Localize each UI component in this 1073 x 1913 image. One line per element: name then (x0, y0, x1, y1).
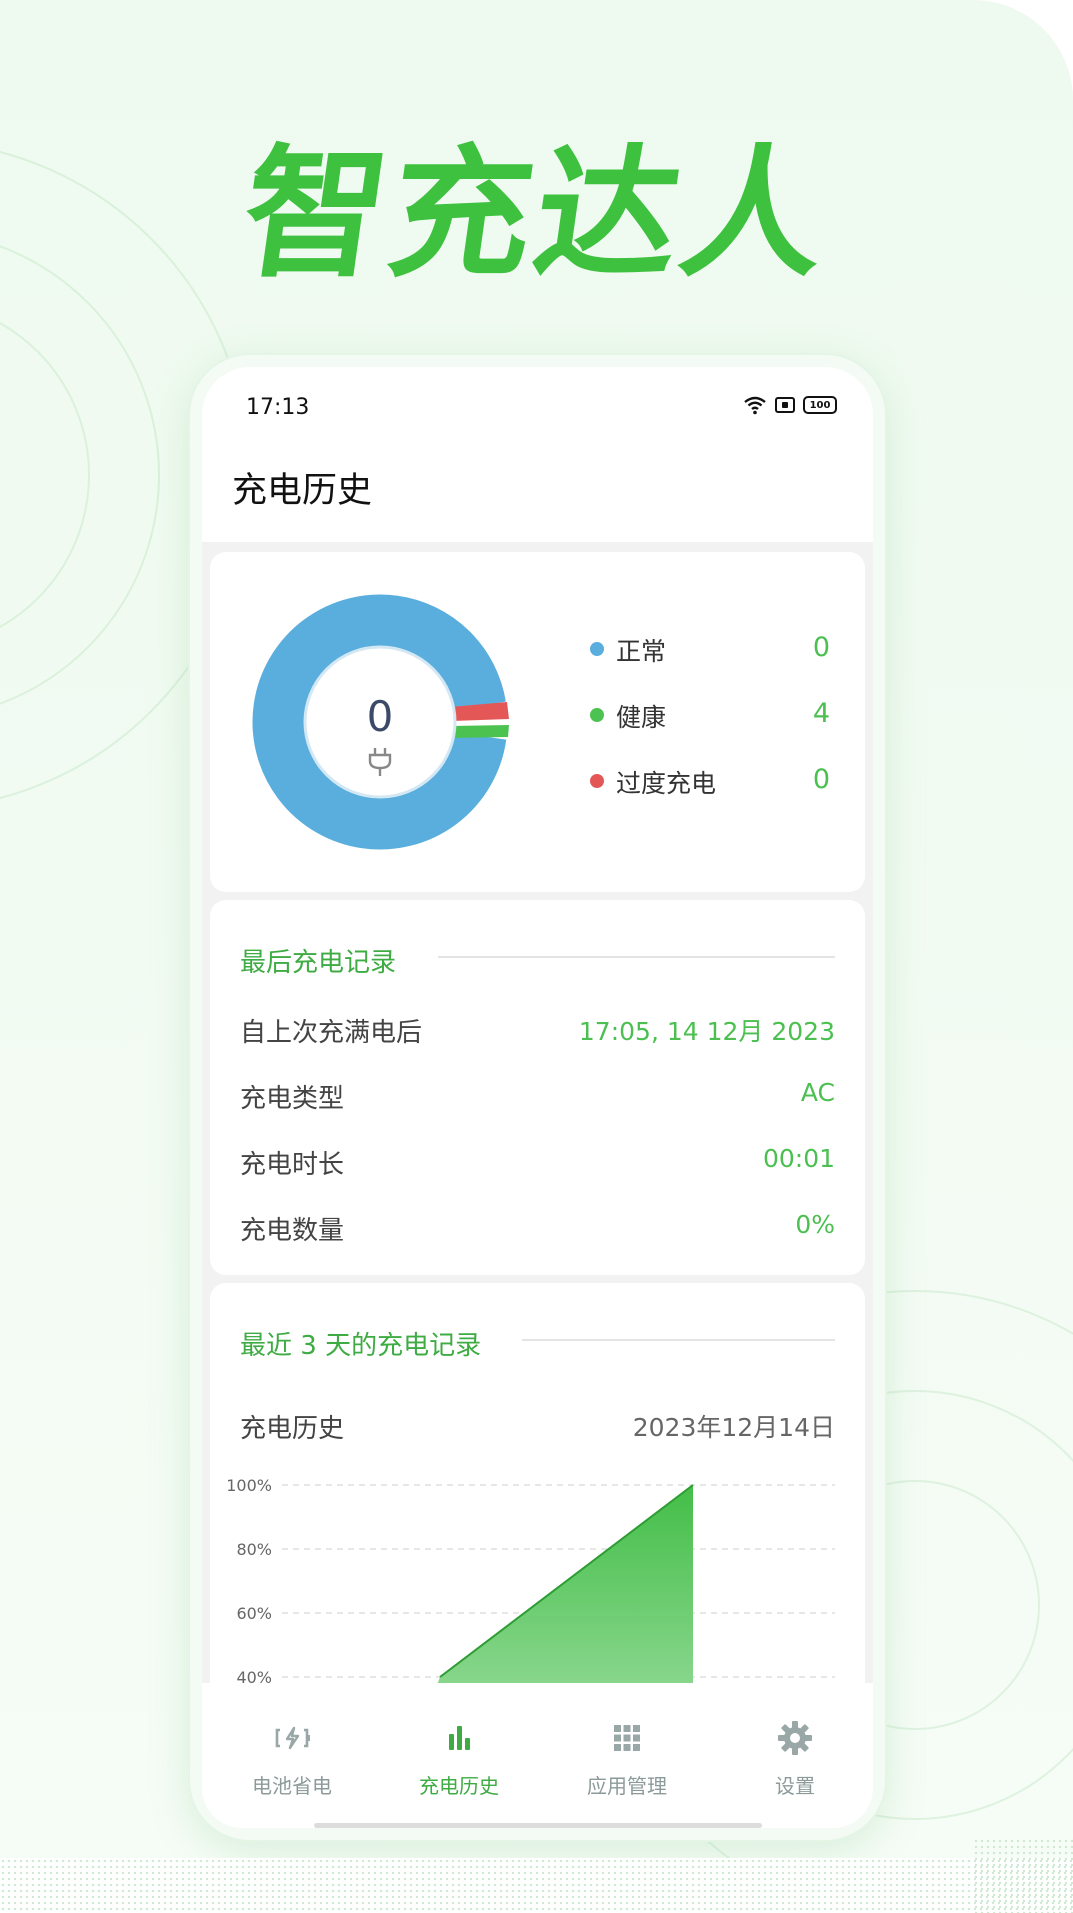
info-row: 自上次充满电后 17:05, 14 12月 2023 (240, 1012, 835, 1052)
legend-label: 正常 (616, 637, 667, 666)
history-date: 2023年12月14日 (632, 1413, 835, 1442)
nav-item-battery-saver[interactable]: 电池省电 (222, 1718, 362, 1799)
section-title: 最近 3 天的充电记录 (240, 1331, 482, 1361)
nav-label: 充电历史 (419, 1774, 499, 1798)
bar-chart-icon (449, 1726, 470, 1750)
wifi-icon (744, 396, 766, 415)
info-label: 充电时长 (240, 1150, 345, 1180)
nav-label: 电池省电 (252, 1774, 332, 1798)
section-divider (522, 1339, 835, 1341)
legend-item: 正常 0 (590, 632, 830, 698)
phone-frame: 17:13 100 充电历史 0 正常 0 健康 4 过度充电 0 最后充电记录… (190, 355, 885, 1840)
legend-label: 过度充电 (616, 769, 717, 798)
info-row: 充电时长 00:01 (240, 1144, 835, 1184)
battery-charging-icon (275, 1726, 310, 1750)
battery-icon: 100 (803, 396, 837, 414)
info-value: 17:05, 14 12月 2023 (578, 1017, 835, 1046)
phone-screen: 17:13 100 充电历史 0 正常 0 健康 4 过度充电 0 最后充电记录… (202, 367, 873, 1828)
charge-donut-chart: 0 (245, 587, 515, 857)
donut-center-value: 0 (366, 692, 394, 741)
legend-value: 0 (812, 632, 830, 663)
info-label: 自上次充满电后 (240, 1018, 423, 1048)
chart-tick-label: 80% (236, 1540, 272, 1559)
dotted-corner (973, 1838, 1073, 1913)
nav-item-charge-history[interactable]: 充电历史 (389, 1718, 529, 1799)
section-divider (438, 956, 835, 958)
history-label: 充电历史 (240, 1414, 345, 1444)
promo-headline: 智充达人 (232, 132, 841, 297)
home-indicator (314, 1823, 762, 1828)
chart-tick-label: 100% (226, 1476, 272, 1495)
nav-item-app-manager[interactable]: 应用管理 (557, 1718, 697, 1799)
promo-background: 智充达人 17:13 100 充电历史 0 正常 0 健康 4 过度充电 0 最… (0, 0, 1073, 1858)
page-title: 充电历史 (232, 471, 373, 511)
legend-value: 4 (812, 698, 830, 729)
bottom-nav: 电池省电 充电历史 应用管理 设置 (202, 1683, 873, 1828)
nav-label: 应用管理 (587, 1774, 667, 1798)
gear-icon (778, 1721, 812, 1755)
nav-item-settings[interactable]: 设置 (725, 1718, 865, 1799)
sim-icon (775, 397, 795, 413)
info-label: 充电数量 (240, 1216, 345, 1246)
app-bar: 充电历史 (202, 447, 873, 542)
section-title: 最后充电记录 (240, 948, 397, 978)
status-bar: 17:13 100 (202, 367, 873, 447)
grid-apps-icon (614, 1725, 640, 1751)
info-value: 00:01 (762, 1144, 835, 1173)
status-time: 17:13 (246, 395, 310, 420)
legend-dot-healthy (590, 708, 604, 722)
donut-legend: 正常 0 健康 4 过度充电 0 (590, 632, 830, 830)
legend-label: 健康 (616, 703, 667, 732)
nav-label: 设置 (775, 1774, 815, 1798)
legend-dot-overcharge (590, 774, 604, 788)
legend-dot-normal (590, 642, 604, 656)
info-value: 0% (795, 1210, 835, 1239)
info-label: 充电类型 (240, 1084, 345, 1114)
info-row: 充电类型 AC (240, 1078, 835, 1118)
legend-value: 0 (812, 764, 830, 795)
legend-item: 过度充电 0 (590, 764, 830, 830)
dotted-footer (0, 1858, 1073, 1913)
legend-item: 健康 4 (590, 698, 830, 764)
info-value: AC (800, 1078, 835, 1107)
last-charge-card: 最后充电记录 自上次充满电后 17:05, 14 12月 2023 充电类型 A… (210, 900, 865, 1275)
plug-icon (368, 748, 392, 776)
summary-card: 0 正常 0 健康 4 过度充电 0 (210, 552, 865, 892)
info-row: 充电数量 0% (240, 1210, 835, 1250)
status-icons: 100 (743, 395, 837, 415)
chart-tick-label: 60% (236, 1604, 272, 1623)
